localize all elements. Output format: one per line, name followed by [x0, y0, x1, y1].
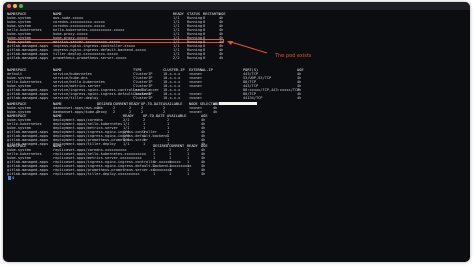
- column-header: CURRENT: [169, 144, 185, 148]
- table-cell: 1: [153, 172, 156, 176]
- close-button[interactable]: [7, 4, 11, 8]
- table-cell: <none>: [189, 84, 202, 88]
- minimize-button[interactable]: [13, 4, 17, 8]
- terminal-window: The pod exists NAMESPACE NAME READY STATUS R…: [3, 2, 470, 262]
- table-cell: deployment.apps/tiller-deploy: [53, 142, 116, 146]
- column-header: UP-TO-DATE: [143, 114, 165, 118]
- zoom-button[interactable]: [19, 4, 23, 8]
- table-cell: Running: [187, 56, 203, 60]
- table-cell: 1: [143, 142, 146, 146]
- arrow-icon: [227, 41, 268, 54]
- terminal-output[interactable]: The pod exists NAMESPACE NAME READY STATUS R…: [7, 12, 467, 258]
- column-header: UP-TO-DATE: [141, 102, 163, 106]
- table-cell: 4h: [201, 172, 206, 176]
- prompt-cursor: [8, 176, 11, 180]
- table-cell: 2: [97, 110, 100, 114]
- table-cell: ClusterIP: [133, 96, 153, 100]
- table-cell: 2: [113, 110, 116, 114]
- table-cell: gitlab-managed-apps: [7, 96, 49, 100]
- table-cell: gitlab-managed-apps: [7, 56, 49, 60]
- external-ip-highlight: [219, 102, 257, 105]
- table-cell: 1: [169, 172, 172, 176]
- column-header: CURRENT: [113, 102, 129, 106]
- prompt-symbol: $: [12, 176, 15, 180]
- table-cell: 1/1: [123, 142, 130, 146]
- table-cell: 1: [187, 172, 190, 176]
- table-cell: 10.x.x.x: [163, 96, 181, 100]
- table-cell: prometheus-prometheus-server-xxxxx: [53, 56, 127, 60]
- column-header: AVAILABLE: [167, 114, 187, 118]
- title-bar: [3, 2, 470, 10]
- table-cell: 4h: [213, 110, 218, 114]
- column-header: RESTARTS: [203, 12, 221, 16]
- table-cell: 0: [203, 56, 206, 60]
- table-cell: 44134/TCP: [243, 96, 263, 100]
- table-cell: 4h: [297, 96, 302, 100]
- table-cell: 4h: [219, 56, 224, 60]
- column-header: AVAILABLE: [163, 102, 183, 106]
- column-header: DESIRED: [153, 144, 169, 148]
- table-cell: 2/2: [173, 56, 180, 60]
- table-cell: <none>: [189, 96, 202, 100]
- table-cell: replicaset.apps/tiller-deploy-xxxxxxxxxx: [53, 172, 140, 176]
- annotation-label: The pod exists: [275, 53, 312, 59]
- table-cell: service/tiller-deploy: [53, 96, 99, 100]
